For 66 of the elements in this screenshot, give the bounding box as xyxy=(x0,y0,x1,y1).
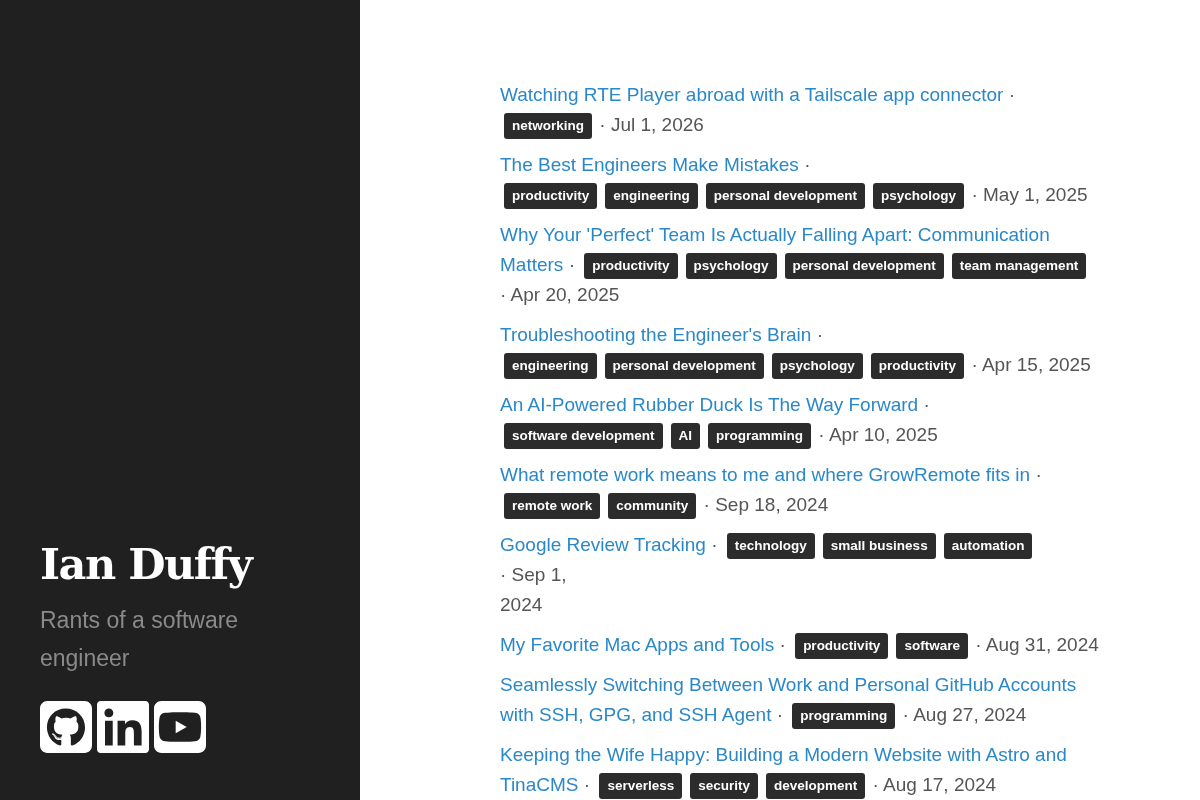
post-date: · Apr 10, 2025 xyxy=(818,424,938,445)
post-title-link[interactable]: Why Your 'Perfect' Team Is Actually Falling Apart: Communication xyxy=(500,224,1050,245)
tag-chip[interactable]: engineering xyxy=(504,353,597,379)
post-date: 2024 xyxy=(500,594,543,615)
post-title-link[interactable]: with SSH, GPG, and SSH Agent xyxy=(500,704,772,725)
post-date: · Apr 15, 2025 xyxy=(971,354,1091,375)
tag-chip[interactable]: psychology xyxy=(771,353,863,379)
separator-dot: · xyxy=(804,154,811,175)
github-icon[interactable] xyxy=(40,701,92,753)
post-title-link[interactable]: An AI-Powered Rubber Duck Is The Way Forward xyxy=(500,394,919,415)
separator-dot: · xyxy=(1008,84,1016,105)
separator-dot: · xyxy=(711,534,718,555)
tag-chip[interactable]: technology xyxy=(726,533,815,559)
tag-chip[interactable]: productivity xyxy=(584,253,678,279)
tag-chip[interactable]: productivity xyxy=(504,183,598,209)
tag-chip[interactable]: psychology xyxy=(873,183,965,209)
tag-chip[interactable]: personal development xyxy=(705,183,866,209)
tag-chip[interactable]: programming xyxy=(708,423,812,449)
separator-dot: · xyxy=(583,774,591,795)
separator-dot: · xyxy=(779,634,786,655)
post-title-link[interactable]: The Best Engineers Make Mistakes xyxy=(500,154,799,175)
post-title-link[interactable]: Watching RTE Player abroad with a Tailscale app connector xyxy=(500,84,1004,105)
separator-dot: · xyxy=(776,704,784,725)
post-title-link[interactable]: Matters xyxy=(500,254,564,275)
post-title-link[interactable]: What remote work means to me and where GrowRemote fits in xyxy=(500,464,1031,485)
site-tagline: Rants of a software engineer xyxy=(40,606,240,673)
tag-chip[interactable]: automation xyxy=(943,533,1033,559)
post-date: · Jul 1, 2026 xyxy=(599,114,704,135)
tag-chip[interactable]: personal development xyxy=(784,253,944,279)
post-date: · May 1, 2025 xyxy=(971,184,1088,205)
youtube-icon[interactable] xyxy=(154,701,206,753)
tag-chip[interactable]: psychology xyxy=(685,253,777,279)
post-date: · Sep 1, xyxy=(500,564,567,585)
tag-chip[interactable]: networking xyxy=(504,113,592,139)
tag-chip[interactable]: software development xyxy=(504,423,663,449)
post-title-link[interactable]: My Favorite Mac Apps and Tools xyxy=(500,634,775,655)
post-date: · Aug 27, 2024 xyxy=(902,704,1027,725)
post-title-link[interactable]: TinaCMS xyxy=(500,774,579,795)
site-title: Ian Duffy xyxy=(40,538,252,591)
tag-chip[interactable]: AI xyxy=(670,423,701,449)
tag-chip[interactable]: productivity xyxy=(795,633,889,659)
post-title-link[interactable]: Seamlessly Switching Between Work and Personal GitHub Accounts xyxy=(500,674,1077,695)
separator-dot: · xyxy=(1035,464,1042,485)
post-title-link[interactable]: Google Review Tracking xyxy=(500,534,706,555)
tag-chip[interactable]: serverless xyxy=(599,773,683,799)
post-title-link[interactable]: Troubleshooting the Engineer's Brain xyxy=(500,324,812,345)
tag-chip[interactable]: software xyxy=(896,633,968,659)
post-date: · Sep 18, 2024 xyxy=(703,494,829,515)
tag-chip[interactable]: programming xyxy=(792,703,896,729)
post-date: · Apr 20, 2025 xyxy=(500,284,620,305)
separator-dot: · xyxy=(816,324,823,345)
tag-chip[interactable]: community xyxy=(608,493,697,519)
post-title-link[interactable]: Keeping the Wife Happy: Building a Modern Website with Astro and xyxy=(500,744,1067,765)
separator-dot: · xyxy=(923,394,930,415)
tag-chip[interactable]: team management xyxy=(951,253,1087,279)
tag-chip[interactable]: security xyxy=(690,773,758,799)
linkedin-icon[interactable] xyxy=(97,701,149,753)
tag-chip[interactable]: productivity xyxy=(870,353,965,379)
tag-chip[interactable]: remote work xyxy=(504,493,601,519)
tag-chip[interactable]: personal development xyxy=(604,353,764,379)
separator-dot: · xyxy=(568,254,575,275)
tag-chip[interactable]: engineering xyxy=(605,183,698,209)
tag-chip[interactable]: small business xyxy=(822,533,936,559)
tag-chip[interactable]: development xyxy=(766,773,866,799)
post-date: · Aug 17, 2024 xyxy=(872,774,997,795)
post-date: · Aug 31, 2024 xyxy=(975,634,1099,655)
